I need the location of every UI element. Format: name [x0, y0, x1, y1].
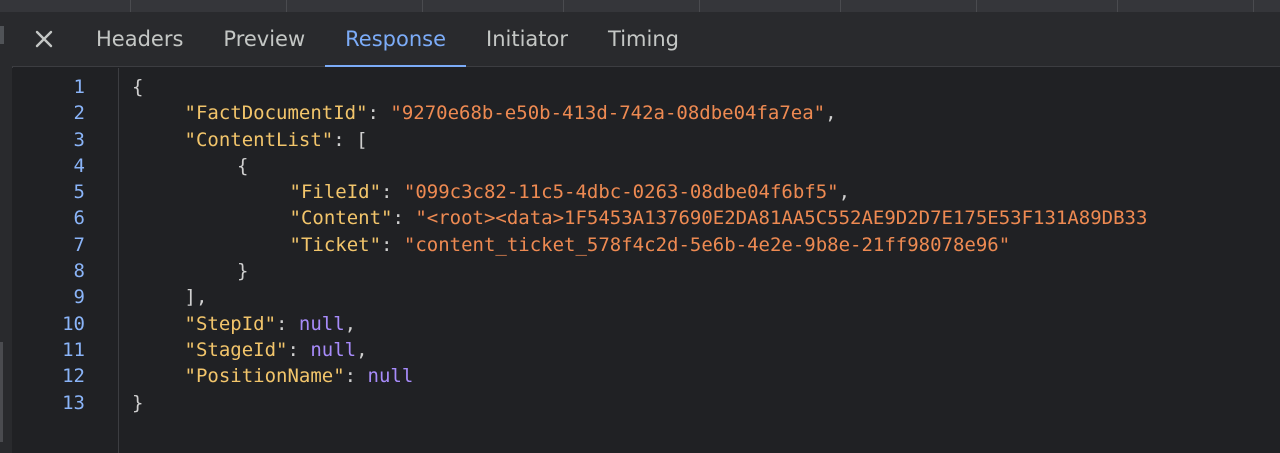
json-string: "<root><data>1F5453A137690E2DA81AA5C552A…	[415, 207, 1148, 230]
line-number: 9	[73, 286, 85, 309]
code-line: 1{	[12, 74, 1280, 100]
line-number: 2	[73, 102, 85, 125]
code-content: 1{2 "FactDocumentId": "9270e68b-e50b-413d…	[12, 74, 1280, 416]
line-number: 1	[73, 76, 85, 98]
json-punctuation: {	[237, 154, 249, 177]
line-number: 11	[62, 338, 85, 361]
code-line: 7 "Ticket": "content_ticket_578f4c2d-5e6b…	[12, 232, 1280, 258]
top-strip	[0, 0, 1280, 12]
json-punctuation: :	[392, 207, 416, 230]
code-text: "StageId": null,	[185, 337, 368, 363]
json-punctuation: }	[132, 391, 144, 414]
tab-bar: Headers Preview Response Initiator Timin…	[12, 12, 1280, 67]
json-punctuation: :	[367, 102, 391, 125]
json-null: null	[298, 312, 345, 335]
json-null: null	[367, 365, 414, 388]
scrollbar[interactable]	[0, 342, 3, 442]
code-line: 4{	[12, 153, 1280, 179]
tab-initiator[interactable]: Initiator	[466, 12, 588, 66]
json-punctuation: :	[276, 312, 299, 335]
json-key: "Content"	[289, 207, 393, 230]
line-number: 13	[62, 391, 85, 414]
line-number: 8	[73, 260, 85, 283]
code-text: "ContentList": [	[185, 127, 368, 153]
json-punctuation: ],	[184, 286, 208, 309]
line-number: 7	[73, 233, 85, 256]
code-line: 12 "PositionName": null	[12, 363, 1280, 389]
close-icon	[35, 30, 53, 48]
code-text: "PositionName": null	[185, 363, 414, 389]
code-text: "StepId": null,	[185, 311, 357, 337]
json-key: "Ticket"	[289, 233, 382, 256]
json-punctuation: :	[381, 181, 404, 204]
line-number: 12	[62, 365, 85, 388]
json-string: "9270e68b-e50b-413d-742a-08dbe04fa7ea"	[390, 102, 826, 125]
code-line: 6 "Content": "<root><data>1F5453A137690E2…	[12, 205, 1280, 231]
json-punctuation: ,	[356, 338, 368, 361]
json-string: "content_ticket_578f4c2d-5e6b-4e2e-9b8e-…	[403, 233, 1011, 256]
json-string: "099c3c82-11c5-4dbc-0263-08dbe04f6bf5"	[403, 181, 839, 204]
code-line: 2 "FactDocumentId": "9270e68b-e50b-413d-7…	[12, 100, 1280, 126]
json-key: "StepId"	[184, 312, 277, 335]
code-text: "FileId": "099c3c82-11c5-4dbc-0263-08dbe…	[290, 179, 851, 205]
code-line: 13}	[12, 390, 1280, 416]
code-text: {	[237, 153, 248, 179]
line-number: 5	[73, 181, 85, 204]
code-text: }	[132, 390, 143, 416]
code-text: "FactDocumentId": "9270e68b-e50b-413d-74…	[185, 100, 837, 126]
tab-headers[interactable]: Headers	[76, 12, 203, 66]
code-line: 3 "ContentList": [	[12, 127, 1280, 153]
json-key: "ContentList"	[184, 128, 334, 151]
json-key: "StageId"	[184, 338, 288, 361]
code-line: 10 "StepId": null,	[12, 311, 1280, 337]
code-text: ],	[185, 284, 208, 310]
code-line: 9],	[12, 284, 1280, 310]
close-button[interactable]	[12, 12, 76, 66]
json-null: null	[310, 338, 357, 361]
tab-response[interactable]: Response	[325, 12, 466, 67]
code-line: 8}	[12, 258, 1280, 284]
code-text: }	[237, 258, 248, 284]
json-punctuation: : [	[333, 128, 368, 151]
panel-edge-mark	[0, 26, 4, 44]
json-punctuation: ,	[838, 181, 851, 204]
json-punctuation: ,	[825, 102, 837, 125]
json-punctuation: :	[381, 233, 404, 256]
json-punctuation: {	[132, 76, 144, 98]
json-key: "FactDocumentId"	[184, 102, 368, 125]
json-punctuation: }	[237, 260, 249, 283]
line-number: 6	[73, 207, 85, 230]
response-viewer[interactable]: 1{2 "FactDocumentId": "9270e68b-e50b-413d…	[12, 68, 1280, 453]
line-number: 10	[62, 312, 85, 335]
line-number: 4	[73, 154, 85, 177]
json-punctuation: :	[344, 365, 368, 388]
json-key: "PositionName"	[184, 365, 345, 388]
json-punctuation: ,	[344, 312, 357, 335]
tab-preview[interactable]: Preview	[203, 12, 325, 66]
code-text: {	[132, 74, 143, 100]
line-number: 3	[73, 128, 85, 151]
json-key: "FileId"	[289, 181, 382, 204]
code-line: 11 "StageId": null,	[12, 337, 1280, 363]
code-line: 5 "FileId": "099c3c82-11c5-4dbc-0263-08db…	[12, 179, 1280, 205]
code-text: "Ticket": "content_ticket_578f4c2d-5e6b-…	[290, 232, 1011, 258]
json-punctuation: :	[287, 338, 311, 361]
tab-timing[interactable]: Timing	[588, 12, 699, 66]
code-text: "Content": "<root><data>1F5453A137690E2D…	[290, 205, 1148, 231]
